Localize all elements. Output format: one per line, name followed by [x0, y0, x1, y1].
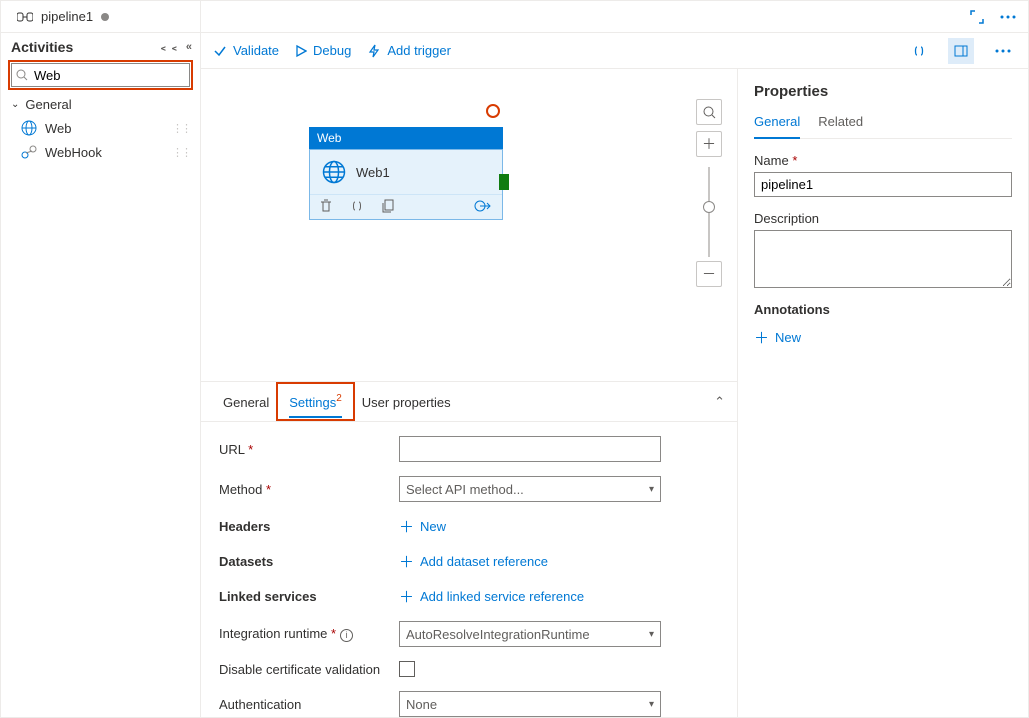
- more-icon[interactable]: [996, 11, 1020, 23]
- plus-icon: ＋: [399, 551, 414, 572]
- node-code-icon[interactable]: [350, 199, 364, 213]
- add-linked-service-button[interactable]: ＋Add linked service reference: [399, 586, 584, 607]
- annotations-label: Annotations: [754, 302, 1012, 317]
- description-label: Description: [754, 211, 1012, 226]
- main-area: Validate Debug Add trigger: [201, 1, 1028, 717]
- activity-search[interactable]: [11, 63, 190, 87]
- search-icon: [16, 69, 28, 81]
- node-output-icon[interactable]: [474, 199, 492, 213]
- top-right-row: [201, 1, 1028, 33]
- integration-runtime-label: Integration runtime *i: [219, 626, 399, 642]
- drag-handle-icon: ⋮⋮: [172, 146, 190, 159]
- pipeline-tab[interactable]: pipeline1: [9, 1, 117, 32]
- add-trigger-button[interactable]: Add trigger: [367, 43, 451, 58]
- activities-header: Activities ﹤﹤ «: [1, 33, 200, 59]
- add-dataset-button[interactable]: ＋Add dataset reference: [399, 551, 548, 572]
- validate-label: Validate: [233, 43, 279, 58]
- activities-title: Activities: [11, 39, 158, 55]
- tab-settings[interactable]: Settings2: [279, 385, 352, 418]
- delete-node-icon[interactable]: [320, 199, 332, 213]
- toolbar-more-icon[interactable]: [990, 38, 1016, 64]
- disable-cert-label: Disable certificate validation: [219, 662, 399, 677]
- drag-handle-icon: ⋮⋮: [172, 122, 190, 135]
- fullscreen-icon[interactable]: [966, 6, 988, 28]
- clone-node-icon[interactable]: [382, 199, 395, 213]
- chevron-down-icon: ⌄: [11, 99, 19, 110]
- name-label: Name *: [754, 153, 1012, 168]
- activity-search-input[interactable]: [32, 64, 212, 86]
- method-label: Method *: [219, 482, 399, 497]
- success-connector[interactable]: [499, 174, 509, 190]
- activity-item-webhook[interactable]: WebHook ⋮⋮: [1, 140, 200, 164]
- zoom-in-button[interactable]: ＋: [696, 131, 722, 157]
- chevron-down-icon: ▾: [649, 484, 654, 495]
- pipeline-icon: [17, 10, 33, 24]
- activity-settings-panel: General Settings2 User properties ⌃ URL …: [201, 381, 737, 717]
- headers-label: Headers: [219, 519, 399, 534]
- pipeline-tab-row: pipeline1: [1, 1, 200, 33]
- zoom-slider[interactable]: [708, 167, 710, 257]
- linked-services-label: Linked services: [219, 589, 399, 604]
- chevron-down-icon: ▾: [649, 699, 654, 710]
- collapse-panel-icon[interactable]: «: [186, 41, 192, 53]
- authentication-select[interactable]: None ▾: [399, 691, 661, 717]
- pipeline-canvas[interactable]: Web Web1: [201, 69, 737, 381]
- chevron-down-icon: ▾: [649, 629, 654, 640]
- plus-icon: ＋: [399, 586, 414, 607]
- activity-group-general[interactable]: ⌄ General: [1, 93, 200, 116]
- method-select[interactable]: Select API method... ▾: [399, 476, 661, 502]
- properties-panel: Properties General Related Name * Descri…: [738, 69, 1028, 717]
- node-type-label: Web: [309, 127, 503, 149]
- activity-node-web1[interactable]: Web Web1: [309, 127, 503, 220]
- pipeline-toolbar: Validate Debug Add trigger: [201, 33, 1028, 69]
- add-annotation-button[interactable]: ＋ New: [754, 327, 1012, 348]
- debug-button[interactable]: Debug: [295, 43, 351, 58]
- debug-label: Debug: [313, 43, 351, 58]
- webhook-icon: [21, 144, 37, 160]
- activities-sidebar: pipeline1 Activities ﹤﹤ « ⌄ General: [1, 1, 201, 717]
- globe-icon: [21, 120, 37, 136]
- settings-error-badge: 2: [336, 393, 342, 404]
- integration-runtime-select[interactable]: AutoResolveIntegrationRuntime ▾: [399, 621, 661, 647]
- pipeline-description-input[interactable]: [754, 230, 1012, 288]
- globe-icon: [322, 160, 346, 184]
- plus-icon: ＋: [399, 516, 414, 537]
- datasets-label: Datasets: [219, 554, 399, 569]
- properties-header: Properties: [754, 83, 1012, 100]
- tab-general[interactable]: General: [213, 385, 279, 418]
- zoom-fit-button[interactable]: [696, 99, 722, 125]
- prop-tab-related[interactable]: Related: [818, 114, 863, 138]
- zoom-out-button[interactable]: －: [696, 261, 722, 287]
- activity-item-label: Web: [45, 121, 72, 136]
- add-header-button[interactable]: ＋New: [399, 516, 446, 537]
- tab-user-properties[interactable]: User properties: [352, 385, 461, 418]
- zoom-control: ＋ －: [695, 99, 723, 293]
- activity-item-web[interactable]: Web ⋮⋮: [1, 116, 200, 140]
- activity-item-label: WebHook: [45, 145, 102, 160]
- validate-button[interactable]: Validate: [213, 43, 279, 58]
- unsaved-dot-icon: [101, 13, 109, 21]
- info-icon[interactable]: i: [340, 629, 353, 642]
- url-input[interactable]: [399, 436, 661, 462]
- expand-all-icon[interactable]: ﹤﹤: [158, 39, 180, 55]
- activity-group-label: General: [25, 97, 71, 112]
- plus-icon: ＋: [754, 327, 769, 348]
- collapse-settings-icon[interactable]: ⌃: [714, 394, 725, 410]
- authentication-label: Authentication: [219, 697, 399, 712]
- code-view-icon[interactable]: [906, 38, 932, 64]
- disable-cert-checkbox[interactable]: [399, 661, 415, 677]
- pipeline-tab-label: pipeline1: [41, 9, 93, 24]
- url-label: URL *: [219, 442, 399, 457]
- add-trigger-label: Add trigger: [387, 43, 451, 58]
- node-name: Web1: [356, 165, 390, 180]
- pipeline-name-input[interactable]: [754, 172, 1012, 197]
- properties-toggle-icon[interactable]: [948, 38, 974, 64]
- prop-tab-general[interactable]: General: [754, 114, 800, 139]
- validation-marker-icon: [486, 104, 500, 118]
- zoom-thumb[interactable]: [703, 201, 715, 213]
